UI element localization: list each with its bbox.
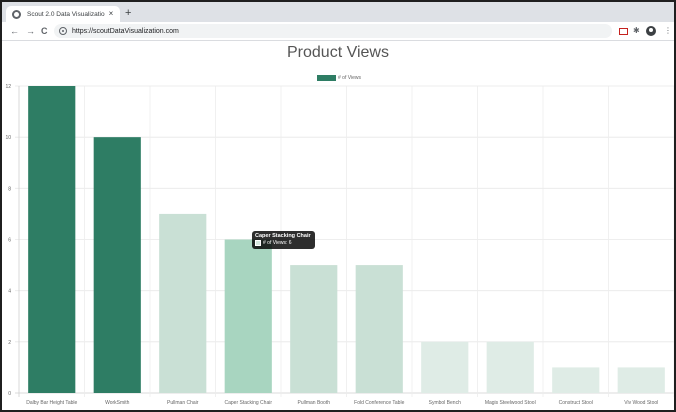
bar[interactable]	[552, 367, 600, 393]
y-tick-label: 0	[8, 391, 11, 397]
tooltip-swatch	[255, 240, 261, 246]
chart-tooltip: Caper Stacking Chair # of Views: 6	[252, 231, 315, 249]
page-content: Product Views # of Views 0 2 4 6 8 10 12 Dalby…	[2, 42, 674, 410]
x-category-label: Viv Wood Stool	[624, 400, 658, 406]
x-category-label: Symbol Bench	[429, 400, 461, 406]
x-category-label: Pullman Chair	[167, 400, 199, 406]
y-tick-label: 4	[8, 289, 11, 295]
x-category-label: Dalby Bar Height Table	[26, 400, 77, 406]
bar-chart: 0 2 4 6 8 10 12 Dalby Bar Height Table WorkSmit…	[5, 84, 674, 406]
extension-icon[interactable]	[619, 28, 628, 35]
globe-icon	[12, 9, 21, 19]
tab-title: Scout 2.0 Data Visualization	[27, 10, 105, 18]
bar[interactable]	[355, 265, 403, 393]
legend-swatch	[317, 75, 336, 81]
x-category-label: Magis Steelwood Stool	[485, 400, 536, 406]
site-info-icon[interactable]	[59, 27, 67, 35]
close-icon[interactable]: ×	[105, 10, 117, 18]
puzzle-icon[interactable]: ✱	[633, 25, 640, 37]
browser-window: Scout 2.0 Data Visualization × + ← → C h…	[0, 0, 676, 412]
browser-tab[interactable]: Scout 2.0 Data Visualization ×	[6, 6, 120, 22]
y-axis-ticks: 0 2 4 6 8 10 12	[5, 84, 11, 397]
x-category-label: WorkSmith	[105, 400, 130, 406]
chart-legend[interactable]: # of Views	[317, 75, 361, 81]
browser-toolbar: ← → C https://scoutDataVisualization.com…	[2, 22, 674, 41]
new-tab-button[interactable]: +	[125, 7, 131, 19]
y-tick-label: 12	[5, 84, 11, 90]
forward-arrow-icon[interactable]: →	[26, 25, 35, 37]
bar[interactable]	[224, 239, 272, 394]
tab-strip: Scout 2.0 Data Visualization × +	[2, 2, 674, 22]
chart-title: Product Views	[287, 44, 389, 61]
profile-avatar-icon[interactable]	[646, 26, 656, 36]
bar[interactable]	[290, 265, 338, 393]
bar[interactable]	[486, 341, 534, 393]
y-tick-label: 6	[8, 238, 11, 244]
y-tick-label: 2	[8, 340, 11, 346]
reload-icon[interactable]: C	[41, 25, 48, 37]
x-category-label: Pullman Booth	[297, 400, 330, 406]
kebab-menu-icon[interactable]: ⋮	[664, 25, 672, 37]
x-category-label: Caper Stacking Chair	[224, 400, 272, 406]
bar[interactable]	[617, 367, 665, 393]
y-tick-label: 8	[8, 186, 11, 192]
tooltip-label: # of Views: 6	[263, 240, 292, 246]
bar[interactable]	[28, 86, 76, 393]
bar[interactable]	[159, 213, 207, 393]
tooltip-title: Caper Stacking Chair	[255, 233, 311, 239]
x-axis-labels: Dalby Bar Height Table WorkSmith Pullman C…	[26, 400, 658, 406]
bar[interactable]	[421, 341, 469, 393]
y-tick-label: 10	[5, 135, 11, 141]
legend-label: # of Views	[338, 75, 361, 81]
back-arrow-icon[interactable]: ←	[10, 25, 19, 37]
address-bar[interactable]: https://scoutDataVisualization.com	[54, 24, 612, 38]
bar[interactable]	[93, 137, 141, 393]
x-category-label: Construct Stool	[559, 400, 593, 406]
x-category-label: Fold Conference Table	[354, 400, 404, 406]
url-text: https://scoutDataVisualization.com	[72, 27, 179, 35]
